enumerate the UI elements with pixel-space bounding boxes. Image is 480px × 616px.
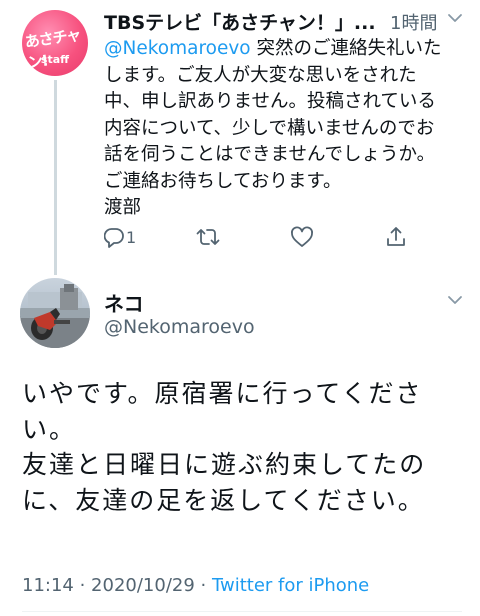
retweet-icon <box>196 229 220 245</box>
reply-button[interactable]: 1 <box>104 226 154 252</box>
share-icon <box>387 227 405 246</box>
meta-separator: · <box>73 575 92 596</box>
meta-separator: · <box>194 575 212 596</box>
motorcycle-photo <box>20 284 90 348</box>
display-name[interactable]: ネコ <box>104 288 144 317</box>
tweet-date[interactable]: 2020/10/29 <box>91 575 195 596</box>
tweet-text: いやです。原宿署に行ってください。 友達と日曜日に遊ぶ約束してたのに、友達の足を… <box>22 376 452 518</box>
retweet-button[interactable] <box>196 226 222 252</box>
tweet-text-content: 突然のご連絡失礼いたします。ご友人が大変な思いをされた中、申し訳ありません。投稿… <box>104 38 442 192</box>
reply-icon <box>104 228 124 248</box>
share-button[interactable] <box>385 226 409 252</box>
avatar[interactable] <box>20 278 90 348</box>
tweet-text: @Nekomaroevo 突然のご連絡失礼いたします。ご友人が大変な思いをされた… <box>104 36 444 222</box>
divider <box>22 611 462 612</box>
chevron-down-icon[interactable] <box>446 292 464 306</box>
tweet-meta: 11:14 · 2020/10/29 · Twitter for iPhone <box>22 575 369 596</box>
mention-link[interactable]: @Nekomaroevo <box>104 38 251 59</box>
avatar[interactable]: あさチャン! staff <box>22 10 88 76</box>
chevron-down-icon[interactable] <box>446 10 464 24</box>
tweet-time[interactable]: 11:14 <box>22 575 74 596</box>
display-name[interactable]: TBSテレビ「あさチャン！」... <box>104 8 376 35</box>
tweet-source-link[interactable]: Twitter for iPhone <box>212 575 369 596</box>
like-icon <box>291 226 313 247</box>
like-button[interactable] <box>290 226 314 252</box>
tweet-timestamp[interactable]: 1時間 <box>390 9 437 35</box>
reply-count: 1 <box>126 228 137 247</box>
tweet-text-line: 友達と日曜日に遊ぶ約束してたのに、友達の足を返してください。 <box>22 450 427 515</box>
user-handle[interactable]: @Nekomaroevo <box>104 316 255 338</box>
tweet-text-line: いやです。原宿署に行ってください。 <box>22 379 423 444</box>
tweet-signature: 渡部 <box>104 197 142 218</box>
tweet-actions: 1 <box>0 226 480 252</box>
avatar-logo-sub: staff <box>40 53 70 66</box>
